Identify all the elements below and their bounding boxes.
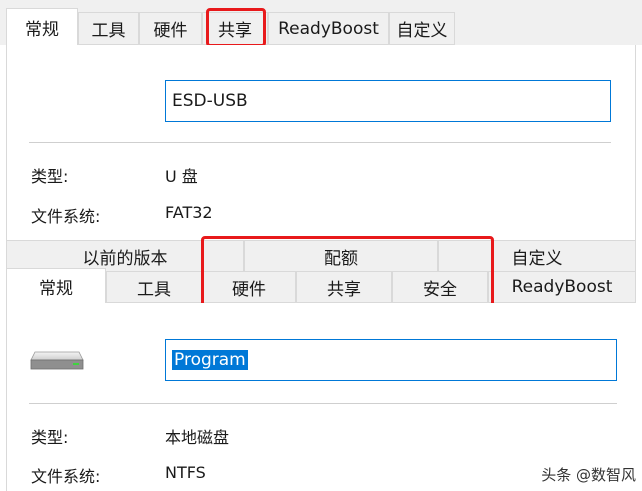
usb-properties-panel: ESD-USB 类型: U 盘 文件系统: FAT32 bbox=[6, 45, 636, 241]
filesystem-value: FAT32 bbox=[165, 203, 213, 222]
type-value: U 盘 bbox=[165, 167, 198, 186]
highlight-tabs-group bbox=[201, 236, 494, 310]
drive-name-input-lower[interactable]: Program bbox=[165, 339, 617, 381]
divider-lower bbox=[29, 403, 617, 404]
drive-name-input[interactable]: ESD-USB bbox=[165, 80, 611, 122]
hard-drive-icon bbox=[30, 351, 84, 370]
drive-name-value-selected: Program bbox=[172, 350, 248, 370]
highlight-sharing-tab bbox=[206, 8, 266, 47]
type-label: 类型: bbox=[31, 167, 69, 186]
tab-general-lower[interactable]: 常规 bbox=[6, 268, 106, 303]
watermark-text: 头条 @数智风 bbox=[541, 466, 636, 484]
filesystem-label: 文件系统: bbox=[31, 207, 101, 226]
filesystem-label-lower: 文件系统: bbox=[31, 467, 101, 486]
disk-properties-panel: Program 类型: 本地磁盘 文件系统: NTFS bbox=[6, 303, 636, 491]
tab-hardware[interactable]: 硬件 bbox=[139, 12, 202, 45]
filesystem-value-lower: NTFS bbox=[165, 463, 206, 482]
drive-name-value: ESD-USB bbox=[172, 91, 248, 111]
tab-general[interactable]: 常规 bbox=[6, 8, 78, 46]
tab-customize[interactable]: 自定义 bbox=[389, 12, 455, 45]
type-value-lower: 本地磁盘 bbox=[165, 428, 230, 447]
tab-tools-lower[interactable]: 工具 bbox=[106, 271, 202, 303]
tab-tools[interactable]: 工具 bbox=[78, 12, 139, 45]
tab-readyboost-lower[interactable]: ReadyBoost bbox=[488, 271, 636, 303]
watermark: 头条 @数智风 bbox=[541, 464, 636, 485]
type-label-lower: 类型: bbox=[31, 428, 69, 447]
tab-readyboost[interactable]: ReadyBoost bbox=[268, 12, 389, 45]
top-tabstrip: 常规 工具 硬件 共享 ReadyBoost 自定义 bbox=[0, 0, 642, 46]
divider bbox=[29, 142, 611, 143]
